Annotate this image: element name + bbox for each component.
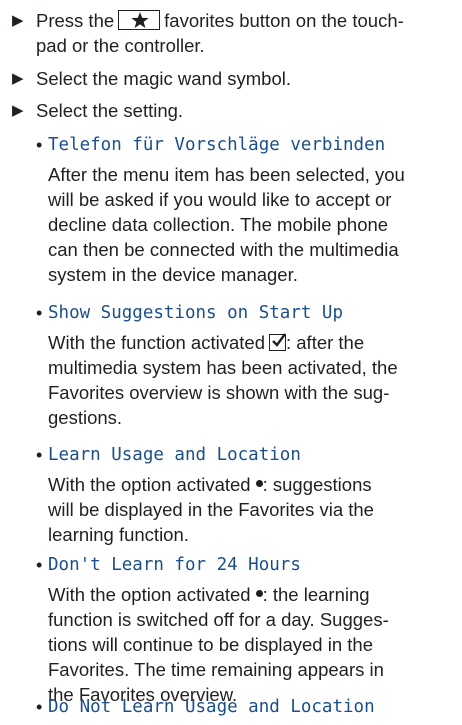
step-text: Press the <box>36 10 115 31</box>
desc-line: Favorites. The time remaining appears in <box>48 659 384 680</box>
desc-line: gestions. <box>48 407 123 428</box>
option-description: After the menu item has been selected, y… <box>48 162 454 287</box>
step-text: Select the setting. <box>36 100 184 121</box>
bullet: • <box>36 697 43 717</box>
menu-item-title: Don't Learn for 24 Hours <box>48 555 301 575</box>
desc-line: will be displayed in the Favorites via t… <box>48 499 374 520</box>
bullet: • <box>36 555 43 575</box>
bullet: • <box>36 303 43 323</box>
bullet: • <box>36 135 43 155</box>
desc-line: : after the <box>285 332 365 353</box>
desc-line: Favorites overview is shown with the sug… <box>48 382 390 403</box>
step-text: Select the magic wand symbol. <box>36 68 292 89</box>
menu-item-title: Learn Usage and Location <box>48 445 301 465</box>
manual-page: ▶ Press the favorites button on the touch… <box>0 0 462 725</box>
step-press-favorites: ▶ Press the favorites button on the touch… <box>12 8 452 58</box>
option-description: With the option activated : suggestions w… <box>48 472 454 547</box>
step-text: favorites button on the touch- <box>164 10 404 31</box>
option-show-suggestions: • Show Suggestions on Start Up With the … <box>36 300 456 430</box>
desc-line: With the function activated <box>48 332 265 353</box>
menu-item-title: Telefon für Vorschläge verbinden <box>48 135 386 155</box>
desc-line: With the option activated <box>48 584 251 605</box>
menu-item-title: Do Not Learn Usage and Location <box>48 697 375 717</box>
desc-line: system in the device manager. <box>48 264 298 285</box>
option-description: With the option activated: the learning … <box>48 582 454 707</box>
bullet: • <box>36 445 43 465</box>
step-text: pad or the controller. <box>36 35 205 56</box>
option-description: With the function activated : after the m… <box>48 330 454 430</box>
step-arrow-icon: ▶ <box>12 70 24 87</box>
option-connect-phone: • Telefon für Vorschläge verbinden After… <box>36 132 456 287</box>
checkbox-checked-icon <box>268 333 286 351</box>
favorites-button-icon <box>118 10 161 30</box>
step-select-setting: ▶ Select the setting. <box>12 98 452 123</box>
option-learn-usage: • Learn Usage and Location With the opti… <box>36 442 456 547</box>
desc-line: With the option activated <box>48 474 251 495</box>
desc-line: : the learning <box>262 584 370 605</box>
desc-line: can then be connected with the multimedi… <box>48 239 399 260</box>
desc-line: decline data collection. The mobile phon… <box>48 214 389 235</box>
step-select-wand: ▶ Select the magic wand symbol. <box>12 66 452 91</box>
step-arrow-icon: ▶ <box>12 12 24 29</box>
menu-item-title: Show Suggestions on Start Up <box>48 303 344 323</box>
desc-line: will be asked if you would like to accep… <box>48 189 392 210</box>
desc-line: After the menu item has been selected, y… <box>48 164 405 185</box>
desc-line: : suggestions <box>262 474 372 495</box>
desc-line: multimedia system has been activated, th… <box>48 357 398 378</box>
desc-line: learning function. <box>48 524 189 545</box>
desc-line: tions will continue to be displayed in t… <box>48 634 373 655</box>
option-dont-learn-24h: • Don't Learn for 24 Hours With the opti… <box>36 552 456 707</box>
desc-line: function is switched off for a day. Sugg… <box>48 609 389 630</box>
radio-dot-icon <box>255 590 263 597</box>
radio-dot-icon <box>255 480 263 487</box>
step-arrow-icon: ▶ <box>12 102 24 119</box>
option-do-not-learn: • Do Not Learn Usage and Location <box>36 694 456 720</box>
